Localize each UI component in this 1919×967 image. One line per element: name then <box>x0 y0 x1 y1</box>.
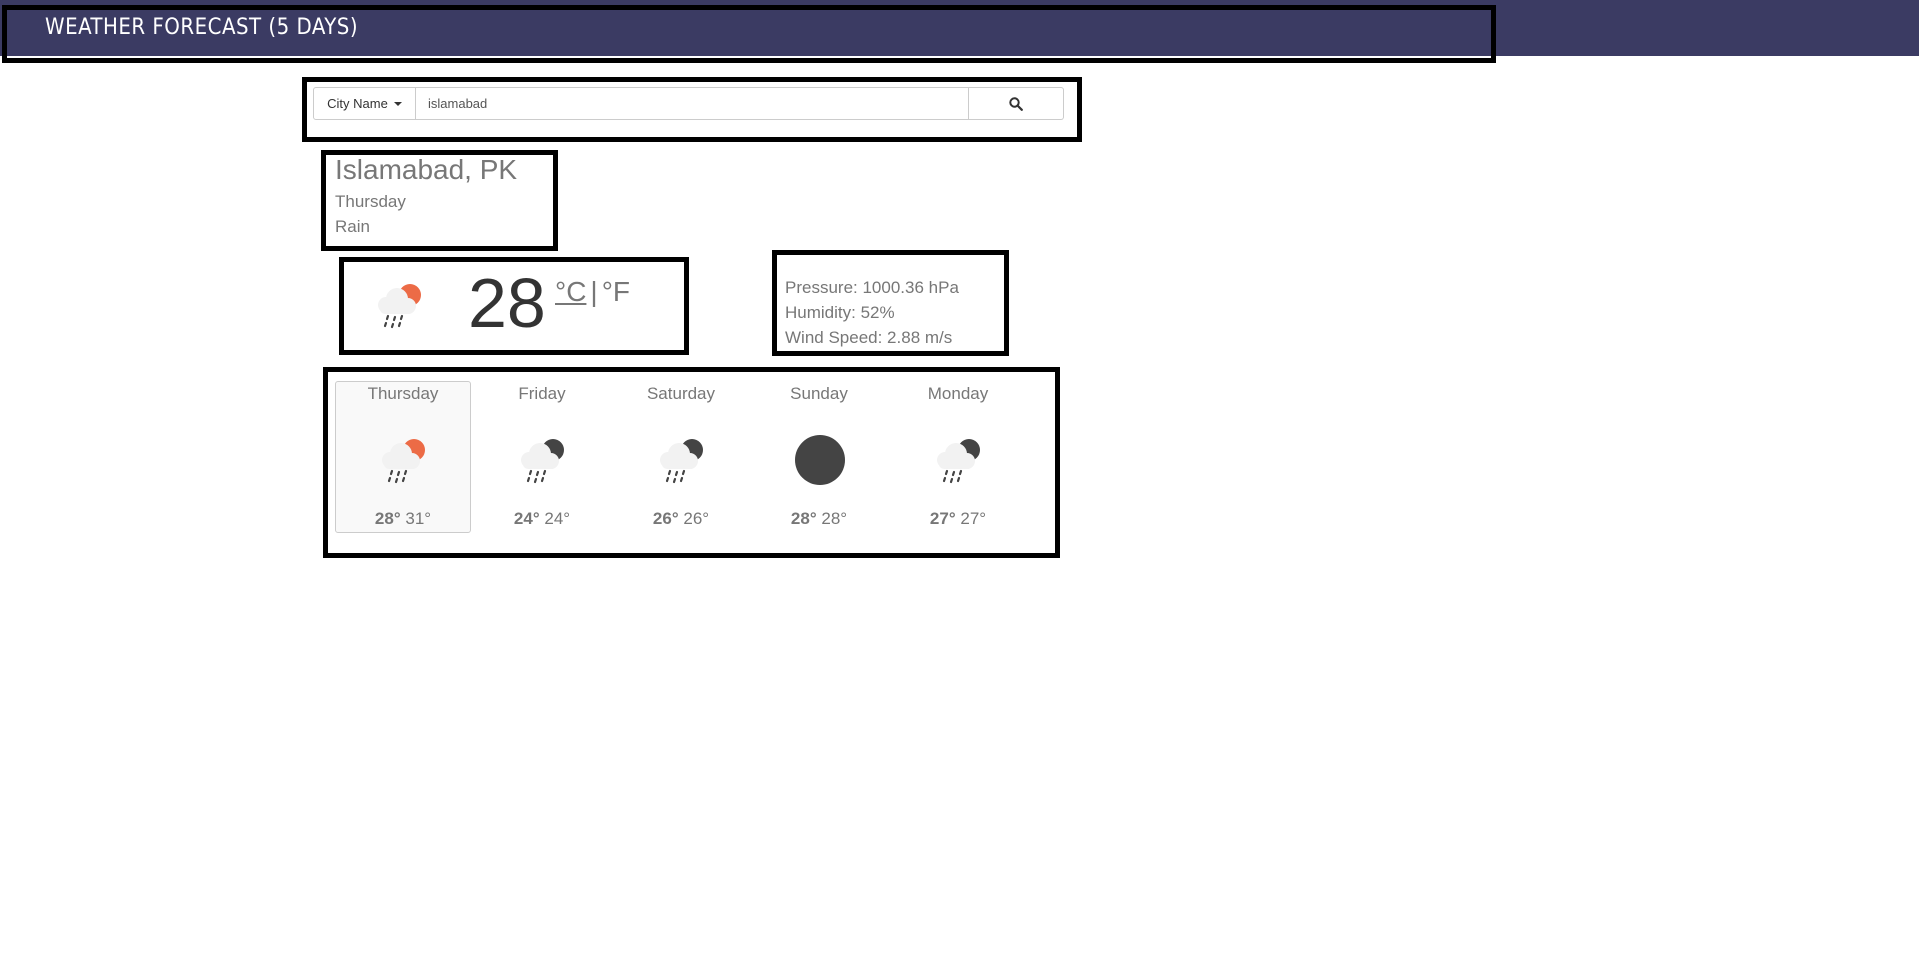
search-button[interactable] <box>969 87 1064 120</box>
rain-day-icon <box>370 275 430 335</box>
current-day: Thursday <box>335 192 406 211</box>
rain-night-icon <box>513 430 573 490</box>
search-input[interactable] <box>416 87 969 120</box>
degree-symbol: ° <box>809 509 817 528</box>
rain-night-icon <box>652 430 712 490</box>
forecast-high: 28 <box>374 509 394 528</box>
forecast-temps: 24° 24° <box>475 508 609 530</box>
current-temperature: 28 <box>468 264 546 342</box>
forecast-temps: 27° 27° <box>891 508 1025 530</box>
celsius-toggle[interactable]: °C <box>555 275 586 309</box>
forecast-high: 27 <box>929 509 949 528</box>
forecast-low: 24 <box>544 509 564 528</box>
degree-symbol: ° <box>671 509 679 528</box>
city-name: Islamabad, PK <box>335 154 518 185</box>
forecast-low: 26 <box>683 509 703 528</box>
forecast-day-card[interactable]: Saturday 26° 26° <box>613 381 749 533</box>
page-title: WEATHER FORECAST (5 DAYS) <box>45 15 359 40</box>
wind-speed-text: Wind Speed: 2.88 m/s <box>785 328 953 347</box>
degree-symbol: ° <box>948 509 956 528</box>
forecast-low: 27 <box>960 509 980 528</box>
moon-icon <box>790 430 850 490</box>
forecast-temps: 26° 26° <box>614 508 748 530</box>
caret-down-icon <box>393 101 402 106</box>
forecast-day-card[interactable]: Sunday 28° 28° <box>751 381 887 533</box>
degree-symbol: ° <box>424 509 432 528</box>
forecast-low: 28 <box>821 509 841 528</box>
forecast-day-card[interactable]: Monday 27° 27° <box>890 381 1026 533</box>
search-group: City Name <box>313 87 1064 120</box>
degree-symbol: ° <box>393 509 401 528</box>
search-icon <box>1009 96 1023 111</box>
degree-symbol: ° <box>840 509 848 528</box>
forecast-high: 26 <box>652 509 672 528</box>
humidity-text: Humidity: 52% <box>785 303 895 322</box>
unit-switch: °C | °F <box>555 275 630 309</box>
forecast-temps: 28° 31° <box>336 508 470 530</box>
degree-symbol: ° <box>702 509 710 528</box>
forecast-high: 28 <box>790 509 810 528</box>
current-condition: Rain <box>335 217 370 236</box>
degree-symbol: ° <box>563 509 571 528</box>
unit-separator: | <box>590 276 598 307</box>
dropdown-label: City Name <box>327 96 388 111</box>
forecast-day-name: Monday <box>927 384 989 403</box>
rain-day-icon <box>374 430 434 490</box>
forecast-day-name: Saturday <box>646 384 716 403</box>
forecast-day-card[interactable]: Friday 24° 24° <box>474 381 610 533</box>
forecast-temps: 28° 28° <box>752 508 886 530</box>
city-name-dropdown[interactable]: City Name <box>313 87 416 120</box>
degree-symbol: ° <box>979 509 987 528</box>
forecast-day-name: Sunday <box>790 384 848 403</box>
forecast-high: 24 <box>513 509 533 528</box>
forecast-day-card[interactable]: Thursday 28° 31° <box>335 381 471 533</box>
forecast-day-name: Thursday <box>367 384 439 403</box>
pressure-text: Pressure: 1000.36 hPa <box>785 278 959 297</box>
forecast-day-name: Friday <box>518 384 566 403</box>
forecast-low: 31 <box>405 509 425 528</box>
degree-symbol: ° <box>532 509 540 528</box>
fahrenheit-toggle[interactable]: °F <box>602 275 630 309</box>
rain-night-icon <box>929 430 989 490</box>
